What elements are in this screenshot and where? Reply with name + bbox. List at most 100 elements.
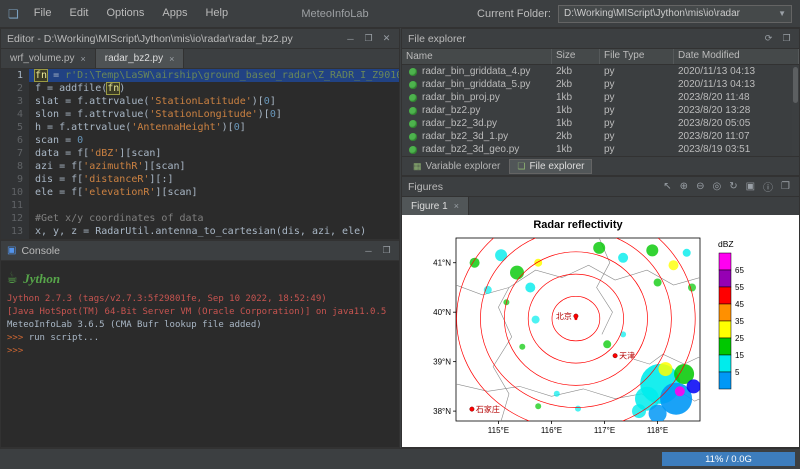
current-folder-combobox[interactable]: D:\Working\MIScript\Jython\mis\io\radar …: [558, 5, 792, 23]
minimize-icon[interactable]: ─: [344, 34, 357, 44]
memory-indicator: 11% / 0.0G: [662, 452, 795, 466]
code-line[interactable]: 10ele = f['elevationR'][scan]: [1, 186, 399, 199]
city-label: 北京: [556, 311, 572, 321]
menu-options[interactable]: Options: [97, 0, 153, 27]
tab-variable-explorer[interactable]: ▦Variable explorer: [406, 160, 507, 173]
figure-tab-label: Figure 1: [411, 201, 448, 212]
figures-panel-header: Figures ↖⊕⊖◎↻▣ⓘ❐: [402, 177, 799, 197]
menu-edit[interactable]: Edit: [61, 0, 98, 27]
refresh-icon[interactable]: ⟳: [762, 33, 775, 44]
table-row[interactable]: radar_bin_griddata_5.py2kbpy2020/11/13 0…: [402, 78, 792, 91]
figure-canvas[interactable]: 115°E116°E117°E118°E38°N39°N40°N41°N北京天津…: [402, 215, 799, 447]
code-line[interactable]: 7data = f['dBZ'][scan]: [1, 147, 399, 160]
code-line[interactable]: 11: [1, 199, 399, 212]
select-icon[interactable]: ↖: [660, 181, 674, 192]
code-text: #Get x/y coordinates of data: [29, 212, 399, 225]
code-area[interactable]: 1fn = r'D:\Temp\LaSW\airship\ground_base…: [1, 69, 399, 239]
file-date-cell: 2020/11/13 04:13: [674, 65, 792, 78]
file-size-cell: 1kb: [552, 143, 600, 156]
line-number: 3: [1, 95, 29, 108]
line-number: 5: [1, 121, 29, 134]
column-header-file-type[interactable]: File Type: [600, 49, 674, 64]
table-row[interactable]: radar_bin_proj.py1kbpy2023/8/20 11:48: [402, 91, 792, 104]
code-text: [29, 199, 399, 212]
city-label: 石家庄: [476, 404, 500, 414]
figures-panel: Figures ↖⊕⊖◎↻▣ⓘ❐ Figure 1 × 115°E116°E11…: [401, 176, 800, 448]
menu-file[interactable]: File: [25, 0, 61, 27]
file-date-cell: 2023/8/19 03:51: [674, 143, 792, 156]
info-icon[interactable]: ⓘ: [760, 179, 776, 194]
table-row[interactable]: radar_bz2_3d_geo.py1kbpy2023/8/19 03:51: [402, 143, 792, 156]
y-tick-label: 39°N: [433, 357, 451, 366]
file-size-cell: 1kb: [552, 117, 600, 130]
float-icon[interactable]: ❐: [780, 33, 793, 44]
close-tab-icon[interactable]: ×: [80, 54, 85, 64]
line-number: 2: [1, 82, 29, 95]
file-table-header: NameSizeFile TypeDate Modified: [402, 49, 799, 65]
save-image-icon[interactable]: ▣: [743, 181, 758, 192]
current-folder-value: D:\Working\MIScript\Jython\mis\io\radar: [564, 8, 778, 19]
file-date-cell: 2023/8/20 11:07: [674, 130, 792, 143]
code-line[interactable]: 12#Get x/y coordinates of data: [1, 212, 399, 225]
column-header-name[interactable]: Name: [402, 49, 552, 64]
close-tab-icon[interactable]: ×: [169, 54, 174, 64]
code-line[interactable]: 3slat = f.attrvalue('StationLatitude')[0…: [1, 95, 399, 108]
table-row[interactable]: radar_bin_griddata_4.py2kbpy2020/11/13 0…: [402, 65, 792, 78]
line-number: 12: [1, 212, 29, 225]
app-window: ❏ FileEditOptionsAppsHelp MeteoInfoLab C…: [0, 0, 800, 469]
table-row[interactable]: radar_bz2_3d.py1kbpy2023/8/20 05:05: [402, 117, 792, 130]
rotate-icon[interactable]: ↻: [726, 181, 740, 192]
column-header-size[interactable]: Size: [552, 49, 600, 64]
console-body[interactable]: ☕JythonJython 2.7.3 (tags/v2.7.3:5f29801…: [1, 261, 399, 447]
column-header-date-modified[interactable]: Date Modified: [674, 49, 799, 64]
scrollbar-thumb[interactable]: [793, 67, 798, 103]
code-text: fn = r'D:\Temp\LaSW\airship\ground_based…: [29, 69, 399, 82]
new-window-icon[interactable]: ❐: [778, 181, 793, 192]
close-tab-icon[interactable]: ×: [454, 201, 459, 211]
menu-help[interactable]: Help: [196, 0, 237, 27]
zoom-out-icon[interactable]: ⊖: [693, 181, 707, 192]
float-icon[interactable]: ❐: [380, 245, 393, 256]
file-name-cell: radar_bz2.py: [402, 104, 552, 117]
zoom-in-icon[interactable]: ⊕: [677, 181, 691, 192]
code-line[interactable]: 13x, y, z = RadarUtil.antenna_to_cartesi…: [1, 225, 399, 238]
file-name-cell: radar_bz2_3d_1.py: [402, 130, 552, 143]
close-icon[interactable]: ✕: [380, 33, 393, 44]
line-number: 10: [1, 186, 29, 199]
tab-file-explorer[interactable]: ❏File explorer: [510, 160, 591, 173]
code-line[interactable]: 9dis = f['distanceR'][:]: [1, 173, 399, 186]
city-marker: [613, 354, 617, 358]
code-line[interactable]: 1fn = r'D:\Temp\LaSW\airship\ground_base…: [1, 69, 399, 82]
menu-apps[interactable]: Apps: [153, 0, 196, 27]
editor-tab[interactable]: radar_bz2.py ×: [96, 49, 185, 68]
float-icon[interactable]: ❐: [362, 33, 375, 44]
editor-tab-label: radar_bz2.py: [105, 53, 163, 64]
code-line[interactable]: 8azi = f['azimuthR'][scan]: [1, 160, 399, 173]
code-line[interactable]: 4slon = f.attrvalue('StationLongitude')[…: [1, 108, 399, 121]
y-tick-label: 38°N: [433, 407, 451, 416]
editor-tab[interactable]: wrf_volume.py ×: [1, 49, 96, 68]
editor-tab-label: wrf_volume.py: [10, 53, 74, 64]
chevron-down-icon[interactable]: ▼: [778, 9, 786, 18]
table-row[interactable]: radar_bz2.py1kbpy2023/8/20 13:28: [402, 104, 792, 117]
file-size-cell: 2kb: [552, 65, 600, 78]
code-line[interactable]: 5h = f.attrvalue('AntennaHeight')[0]: [1, 121, 399, 134]
app-icon: ❏: [8, 7, 19, 21]
line-number: 9: [1, 173, 29, 186]
file-name-cell: radar_bin_griddata_4.py: [402, 65, 552, 78]
file-date-cell: 2020/11/13 04:13: [674, 78, 792, 91]
minimize-icon[interactable]: ─: [362, 246, 375, 256]
python-file-icon: [409, 120, 417, 128]
code-line[interactable]: 2f = addfile(fn): [1, 82, 399, 95]
scrollbar[interactable]: [792, 65, 799, 157]
table-row[interactable]: radar_bz2_3d_1.py2kbpy2023/8/20 11:07: [402, 130, 792, 143]
full-extent-icon[interactable]: ◎: [709, 181, 724, 192]
code-line[interactable]: 6scan = 0: [1, 134, 399, 147]
file-type-cell: py: [600, 78, 674, 91]
file-type-cell: py: [600, 91, 674, 104]
editor-panel: Editor - D:\Working\MIScript\Jython\mis\…: [0, 28, 400, 240]
file-date-cell: 2023/8/20 05:05: [674, 117, 792, 130]
console-line: >>>: [7, 345, 393, 358]
console-line: MeteoInfoLab 3.6.5 (CMA Bufr lookup file…: [7, 319, 393, 332]
tab-figure-1[interactable]: Figure 1 ×: [402, 197, 469, 215]
